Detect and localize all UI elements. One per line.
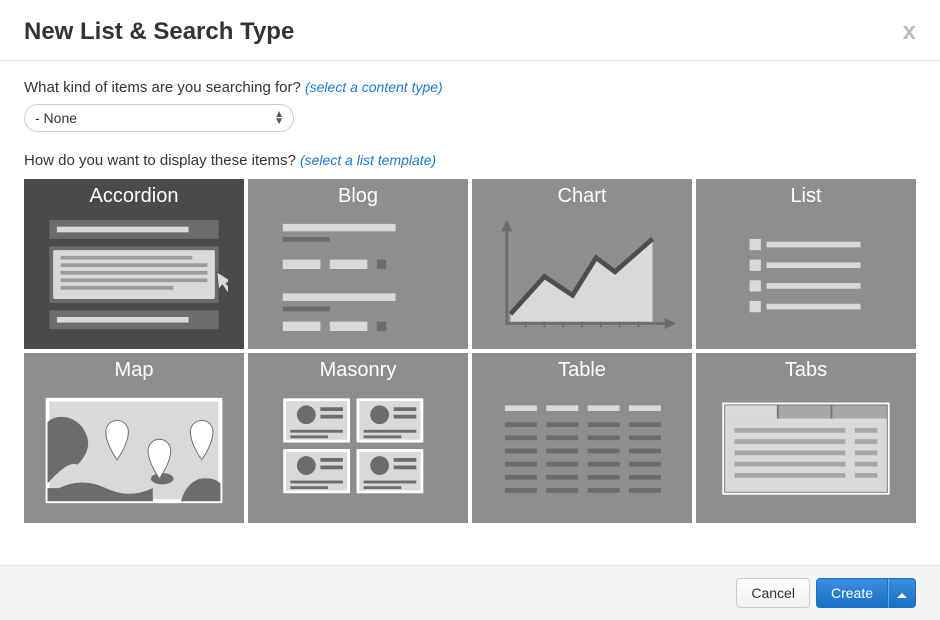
template-tile-chart[interactable]: Chart (472, 179, 692, 349)
create-button[interactable]: Create (816, 578, 888, 608)
caret-up-icon (897, 593, 907, 598)
template-tile-accordion[interactable]: Accordion (24, 179, 244, 349)
template-tile-tabs[interactable]: Tabs (696, 353, 916, 523)
content-type-prompt: What kind of items are you searching for… (24, 79, 301, 96)
modal-footer: Cancel Create (0, 565, 940, 620)
list-art (696, 214, 916, 349)
tabs-art (696, 388, 916, 523)
create-button-group: Create (816, 578, 916, 608)
tile-title: Tabs (785, 359, 827, 382)
content-type-select-wrap: - None ▲▼ (24, 104, 294, 132)
template-tile-map[interactable]: Map (24, 353, 244, 523)
tile-title: Blog (338, 185, 378, 208)
template-prompt: How do you want to display these items? (24, 152, 296, 169)
content-type-prompt-row: What kind of items are you searching for… (24, 79, 916, 96)
modal-title: New List & Search Type (24, 18, 294, 46)
template-hint: (select a list template) (300, 152, 436, 168)
accordion-art (24, 214, 244, 349)
modal-header: New List & Search Type x (0, 0, 940, 61)
create-dropdown-toggle[interactable] (888, 578, 916, 608)
tile-title: Table (558, 359, 606, 382)
template-tile-masonry[interactable]: Masonry (248, 353, 468, 523)
tile-title: List (790, 185, 821, 208)
table-art (472, 388, 692, 523)
template-tile-blog[interactable]: Blog (248, 179, 468, 349)
tile-title: Map (115, 359, 154, 382)
template-tile-list[interactable]: List (696, 179, 916, 349)
tile-title: Accordion (90, 185, 179, 208)
masonry-art (248, 388, 468, 523)
content-type-select[interactable]: - None (24, 104, 294, 132)
modal-body: What kind of items are you searching for… (0, 61, 940, 523)
cancel-button[interactable]: Cancel (736, 578, 810, 608)
close-icon[interactable]: x (903, 20, 916, 44)
content-type-hint: (select a content type) (305, 79, 443, 95)
blog-art (248, 214, 468, 349)
template-prompt-row: How do you want to display these items? … (24, 152, 916, 169)
template-tile-table[interactable]: Table (472, 353, 692, 523)
template-grid: Accordion Blog (24, 179, 916, 523)
tile-title: Masonry (320, 359, 397, 382)
map-art (24, 388, 244, 523)
chart-art (472, 214, 692, 349)
tile-title: Chart (558, 185, 607, 208)
